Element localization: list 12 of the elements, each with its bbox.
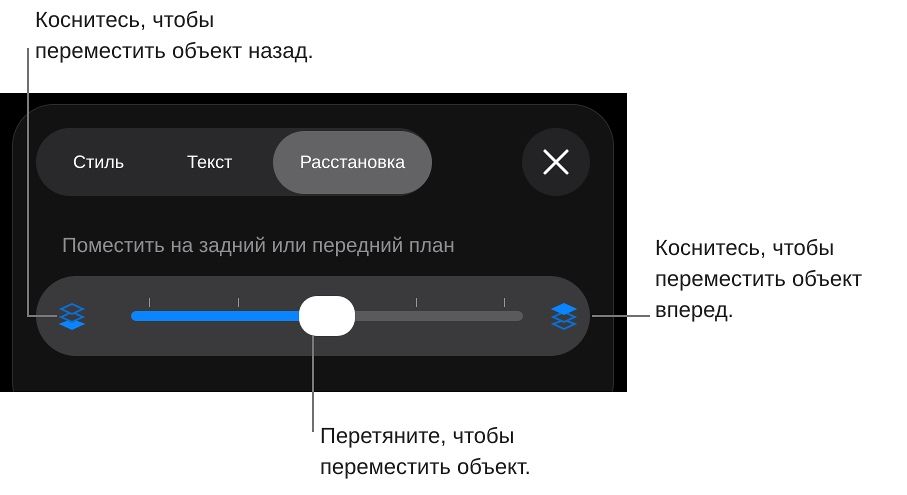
section-title: Поместить на задний или передний план bbox=[62, 234, 456, 258]
callout-text: Коснитесь, чтобы переместить объект назад. bbox=[35, 6, 315, 65]
bring-forward-icon[interactable] bbox=[550, 302, 578, 330]
close-icon bbox=[542, 148, 570, 176]
tab[interactable]: Расстановка bbox=[273, 130, 432, 194]
tab[interactable]: Стиль bbox=[36, 130, 158, 194]
slider-thumb[interactable] bbox=[299, 296, 355, 336]
callout-text: Перетяните, чтобы переместить объект. bbox=[320, 422, 532, 481]
leader-line bbox=[592, 315, 650, 317]
send-backward-icon[interactable] bbox=[58, 302, 86, 330]
callout-text: Коснитесь, чтобы переместить объект вперед. bbox=[655, 234, 864, 324]
tab[interactable]: Текст bbox=[158, 130, 273, 194]
